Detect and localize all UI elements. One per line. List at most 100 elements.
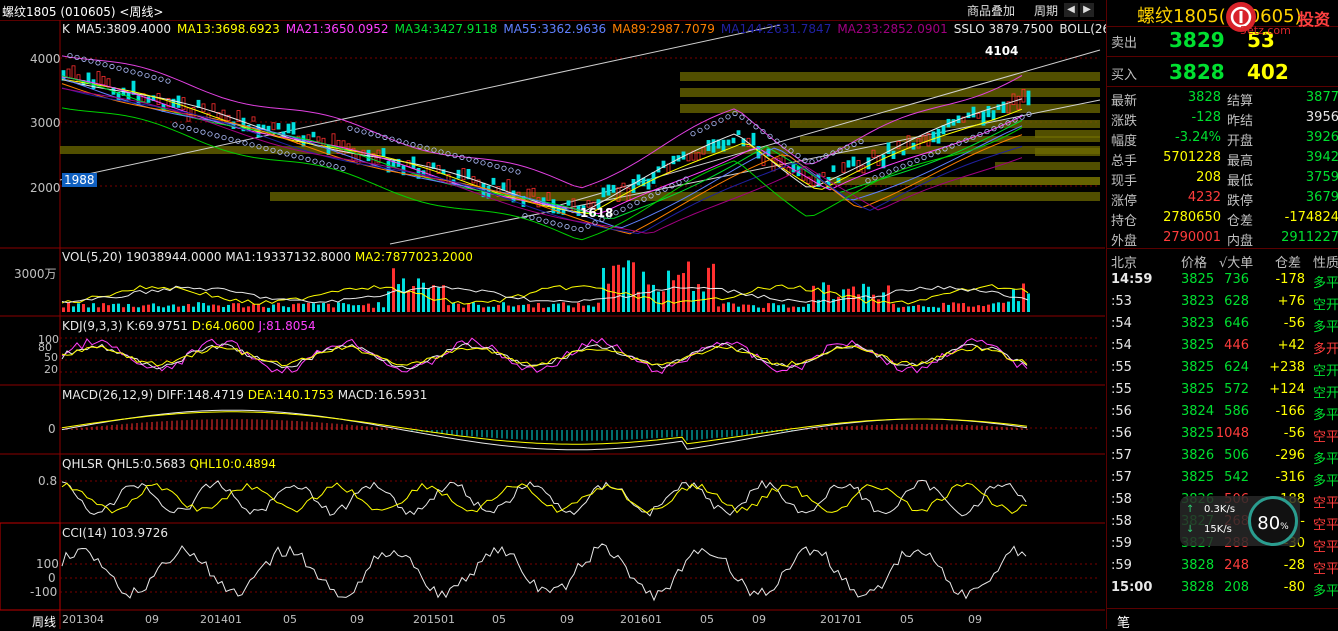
volume-bar xyxy=(242,307,245,312)
volume-bar xyxy=(682,273,685,312)
volume-bar xyxy=(937,307,940,312)
volume-profile-box xyxy=(1035,130,1100,138)
indicator-2: MA13:3698.6923 xyxy=(177,22,280,36)
volume-bar xyxy=(372,307,375,312)
qhlsr-y-tick: 0.8 xyxy=(38,474,58,488)
tick-time: :53 xyxy=(1111,294,1132,309)
arrow-left-icon[interactable]: ◀ xyxy=(1064,3,1078,17)
tick-time: :55 xyxy=(1111,382,1132,397)
tick-volume: 646 xyxy=(1224,316,1249,331)
volume-bar xyxy=(997,302,1000,312)
volume-bar xyxy=(137,307,140,312)
tick-volume: 542 xyxy=(1224,470,1249,485)
tick-volume: 208 xyxy=(1224,580,1249,595)
ticks-col-time: 北京 xyxy=(1111,256,1138,271)
sar-dot xyxy=(697,127,703,133)
main-indicator-line: K MA5:3809.4000 MA13:3698.6923 MA21:3650.09… xyxy=(62,22,1196,36)
candle xyxy=(331,133,336,148)
stat-value: 208 xyxy=(1196,170,1221,185)
volume-bar xyxy=(417,278,420,312)
volume-bar xyxy=(757,307,760,312)
indicator-0: K xyxy=(62,22,70,36)
indicator-3: MA21:3650.0952 xyxy=(285,22,389,36)
tick-diff: +42 xyxy=(1277,338,1305,353)
cci-y-tick-neg100: -100 xyxy=(30,585,58,599)
network-percent: 80 xyxy=(1257,513,1281,534)
tick-time: :59 xyxy=(1111,558,1132,573)
volume-bar xyxy=(572,307,575,312)
sar-dot xyxy=(319,160,325,166)
ticks-footer-tab[interactable]: 笔 xyxy=(1117,612,1130,631)
stat-label: 外盘 xyxy=(1111,234,1138,249)
volume-bar xyxy=(862,283,865,312)
sar-dot xyxy=(914,157,920,164)
volume-bar xyxy=(957,303,960,312)
volume-bar xyxy=(307,302,310,312)
volume-profile-box xyxy=(1035,148,1100,156)
volume-bar xyxy=(977,305,980,312)
sar-dot xyxy=(494,163,500,170)
volume-bar xyxy=(792,306,795,312)
sar-dot xyxy=(312,158,318,164)
tick-type: 空平 xyxy=(1313,540,1338,555)
volume-bar xyxy=(772,303,775,312)
candle xyxy=(866,157,871,170)
tick-type: 空平 xyxy=(1313,430,1338,445)
volume-bar xyxy=(657,291,660,312)
period-button[interactable]: 周期 xyxy=(1034,2,1058,19)
volume-bar xyxy=(712,263,715,312)
volume-bar xyxy=(867,286,870,312)
x-label: 09 xyxy=(560,613,574,626)
tick-diff: +238 xyxy=(1269,360,1305,375)
upload-arrow-icon: ↑ xyxy=(1186,504,1195,515)
overlay-button[interactable]: 商品叠加 xyxy=(967,2,1015,19)
volume-bar xyxy=(677,274,680,312)
sar-dot xyxy=(95,60,101,66)
qhlsr-5: QHL5:0.5683 xyxy=(106,457,186,471)
stat-label: 现手 xyxy=(1111,174,1138,189)
candle xyxy=(211,103,216,112)
candle xyxy=(321,137,326,147)
volume-bar xyxy=(717,306,720,312)
arrow-right-icon[interactable]: ▶ xyxy=(1080,3,1094,17)
volume-bar xyxy=(742,304,745,312)
volume-bar xyxy=(92,303,95,312)
volume-bar xyxy=(182,305,185,312)
volume-bar xyxy=(842,289,845,312)
volume-bar xyxy=(432,285,435,312)
tick-time: :57 xyxy=(1111,448,1132,463)
volume-bar xyxy=(922,306,925,312)
x-label: 09 xyxy=(145,613,159,626)
sar-dot xyxy=(74,54,80,61)
volume-bar xyxy=(87,307,90,312)
sar-dot xyxy=(361,129,367,135)
period-tab-weekly[interactable]: 周线 xyxy=(32,613,56,630)
volume-bar xyxy=(767,303,770,312)
sar-dot xyxy=(886,169,892,175)
tick-type: 多开 xyxy=(1313,342,1338,357)
tick-price: 3824 xyxy=(1181,404,1215,419)
sar-dot xyxy=(158,76,164,82)
volume-bar xyxy=(727,302,730,312)
volume-bar xyxy=(142,305,145,312)
sar-dot xyxy=(291,153,297,159)
network-percent-gauge[interactable]: 80% xyxy=(1248,496,1298,546)
sar-dot xyxy=(179,124,185,130)
stat-label: 涨跌 xyxy=(1111,114,1138,129)
volume-bar xyxy=(647,284,650,312)
tick-type: 空平 xyxy=(1313,562,1338,577)
tick-volume: 624 xyxy=(1224,360,1249,375)
vol-label: VOL(5,20) xyxy=(62,250,123,264)
candle xyxy=(286,123,291,134)
volume-bar xyxy=(67,302,70,312)
tick-time: :54 xyxy=(1111,338,1132,353)
volume-bar xyxy=(542,307,545,312)
sar-dot xyxy=(795,152,801,159)
sar-dot xyxy=(207,131,213,137)
tick-diff: -316 xyxy=(1275,470,1305,485)
volume-bar xyxy=(147,304,150,312)
sar-dot xyxy=(326,162,332,168)
volume-bar xyxy=(947,304,950,312)
tick-volume: 248 xyxy=(1224,558,1249,573)
volume-bar xyxy=(412,285,415,312)
